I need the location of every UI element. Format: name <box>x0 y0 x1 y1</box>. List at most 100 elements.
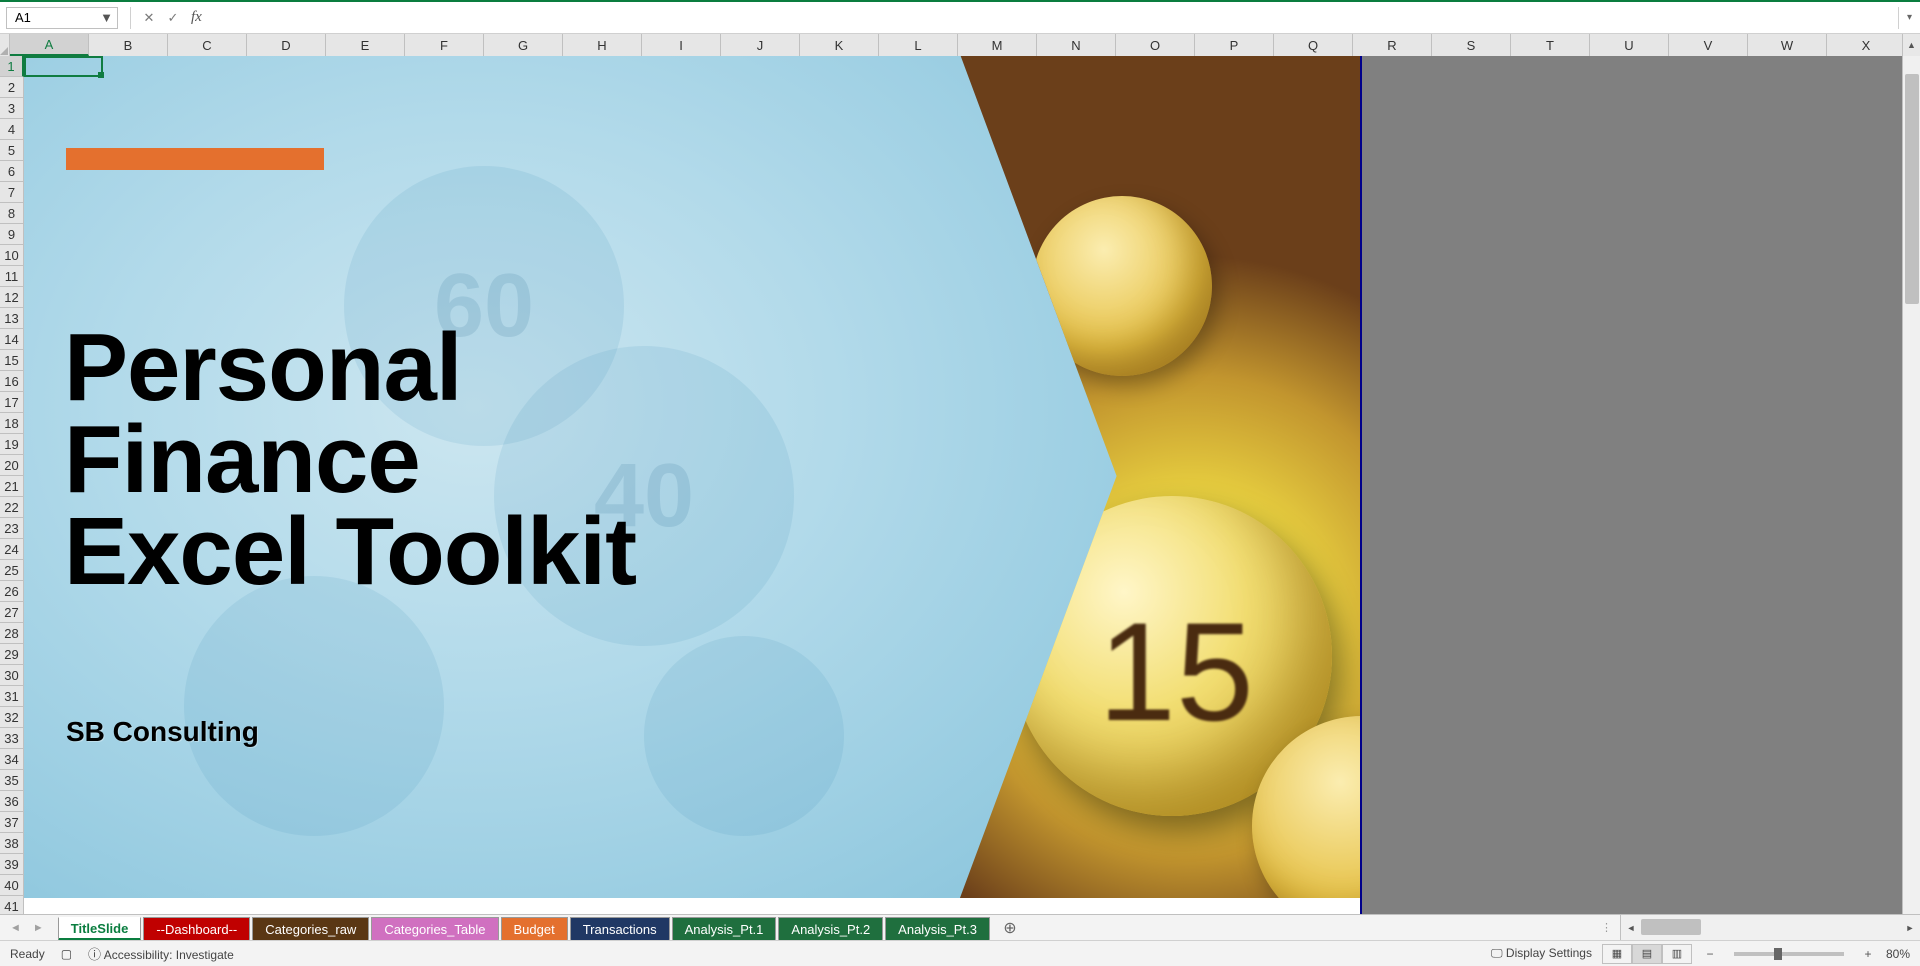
column-header-G[interactable]: G <box>484 34 563 56</box>
name-box[interactable]: A1 ▼ <box>6 7 118 29</box>
column-header-N[interactable]: N <box>1037 34 1116 56</box>
select-all-button[interactable] <box>0 34 10 56</box>
formula-input[interactable] <box>208 7 1898 29</box>
fx-icon[interactable]: fx <box>191 9 202 26</box>
row-header-3[interactable]: 3 <box>0 98 23 119</box>
column-header-F[interactable]: F <box>405 34 484 56</box>
scroll-up-button[interactable]: ▲ <box>1902 34 1920 56</box>
horizontal-scrollbar-thumb[interactable] <box>1641 919 1701 935</box>
row-header-21[interactable]: 21 <box>0 476 23 497</box>
row-header-38[interactable]: 38 <box>0 833 23 854</box>
column-header-M[interactable]: M <box>958 34 1037 56</box>
zoom-level[interactable]: 80% <box>1886 947 1910 961</box>
row-header-32[interactable]: 32 <box>0 707 23 728</box>
column-header-T[interactable]: T <box>1511 34 1590 56</box>
page-break-view-button[interactable]: ▥ <box>1662 944 1692 964</box>
column-header-B[interactable]: B <box>89 34 168 56</box>
column-header-V[interactable]: V <box>1669 34 1748 56</box>
cancel-formula-button[interactable]: ✕ <box>137 7 161 29</box>
row-header-27[interactable]: 27 <box>0 602 23 623</box>
column-header-U[interactable]: U <box>1590 34 1669 56</box>
sheet-tab[interactable]: Transactions <box>570 917 670 941</box>
row-header-14[interactable]: 14 <box>0 329 23 350</box>
row-header-4[interactable]: 4 <box>0 119 23 140</box>
column-header-E[interactable]: E <box>326 34 405 56</box>
row-header-5[interactable]: 5 <box>0 140 23 161</box>
column-header-R[interactable]: R <box>1353 34 1432 56</box>
column-header-C[interactable]: C <box>168 34 247 56</box>
zoom-slider-thumb[interactable] <box>1774 948 1782 960</box>
row-header-40[interactable]: 40 <box>0 875 23 896</box>
sheet-tab[interactable]: Analysis_Pt.1 <box>672 917 777 941</box>
row-header-16[interactable]: 16 <box>0 371 23 392</box>
sheet-tab[interactable]: Analysis_Pt.3 <box>885 917 990 941</box>
row-header-12[interactable]: 12 <box>0 287 23 308</box>
row-header-33[interactable]: 33 <box>0 728 23 749</box>
row-header-35[interactable]: 35 <box>0 770 23 791</box>
horizontal-scrollbar[interactable]: ◄ ► <box>1620 915 1920 940</box>
column-header-A[interactable]: A <box>10 34 89 56</box>
cells-viewport[interactable]: 60 40 15 Personal Finance Excel Toolkit <box>24 56 1920 936</box>
row-header-1[interactable]: 1 <box>0 56 24 77</box>
column-header-X[interactable]: X <box>1827 34 1906 56</box>
column-header-D[interactable]: D <box>247 34 326 56</box>
column-header-S[interactable]: S <box>1432 34 1511 56</box>
column-header-O[interactable]: O <box>1116 34 1195 56</box>
tabs-resize-handle[interactable]: ⋮ <box>1593 915 1620 940</box>
sheet-tab[interactable]: Categories_raw <box>252 917 369 941</box>
row-header-26[interactable]: 26 <box>0 581 23 602</box>
sheet-tab[interactable]: Analysis_Pt.2 <box>778 917 883 941</box>
row-header-17[interactable]: 17 <box>0 392 23 413</box>
scroll-right-button[interactable]: ► <box>1900 915 1920 940</box>
row-header-34[interactable]: 34 <box>0 749 23 770</box>
vertical-scrollbar[interactable]: ▼ <box>1902 56 1920 936</box>
row-header-20[interactable]: 20 <box>0 455 23 476</box>
expand-formula-bar-button[interactable]: ▾ <box>1898 7 1920 29</box>
sheet-tab[interactable]: Budget <box>501 917 568 941</box>
row-header-10[interactable]: 10 <box>0 245 23 266</box>
row-header-28[interactable]: 28 <box>0 623 23 644</box>
normal-view-button[interactable]: ▦ <box>1602 944 1632 964</box>
add-sheet-button[interactable]: ⊕ <box>996 915 1024 940</box>
row-header-7[interactable]: 7 <box>0 182 23 203</box>
row-header-23[interactable]: 23 <box>0 518 23 539</box>
accessibility-status[interactable]: ⓘ Accessibility: Investigate <box>88 944 234 963</box>
row-header-11[interactable]: 11 <box>0 266 23 287</box>
column-header-J[interactable]: J <box>721 34 800 56</box>
vertical-scrollbar-thumb[interactable] <box>1905 74 1919 304</box>
macro-record-icon[interactable]: ▢ <box>61 947 72 961</box>
confirm-formula-button[interactable]: ✓ <box>161 7 185 29</box>
page-layout-view-button[interactable]: ▤ <box>1632 944 1662 964</box>
column-header-K[interactable]: K <box>800 34 879 56</box>
row-header-9[interactable]: 9 <box>0 224 23 245</box>
sheet-tab[interactable]: --Dashboard-- <box>143 917 250 941</box>
sheet-tab[interactable]: TitleSlide <box>58 917 142 941</box>
zoom-slider[interactable] <box>1734 952 1844 956</box>
tabs-prev-button[interactable]: ◄ <box>10 922 21 934</box>
row-header-25[interactable]: 25 <box>0 560 23 581</box>
zoom-in-button[interactable]: + <box>1860 947 1876 961</box>
row-header-8[interactable]: 8 <box>0 203 23 224</box>
column-header-I[interactable]: I <box>642 34 721 56</box>
column-header-P[interactable]: P <box>1195 34 1274 56</box>
row-header-2[interactable]: 2 <box>0 77 23 98</box>
column-header-W[interactable]: W <box>1748 34 1827 56</box>
scroll-left-button[interactable]: ◄ <box>1621 915 1641 940</box>
row-header-6[interactable]: 6 <box>0 161 23 182</box>
name-box-dropdown-icon[interactable]: ▼ <box>100 10 113 25</box>
zoom-out-button[interactable]: − <box>1702 947 1718 961</box>
row-header-19[interactable]: 19 <box>0 434 23 455</box>
column-header-L[interactable]: L <box>879 34 958 56</box>
row-header-29[interactable]: 29 <box>0 644 23 665</box>
horizontal-scrollbar-track[interactable] <box>1641 915 1900 940</box>
display-settings-button[interactable]: 🖵 Display Settings <box>1491 946 1592 961</box>
row-header-24[interactable]: 24 <box>0 539 23 560</box>
row-header-37[interactable]: 37 <box>0 812 23 833</box>
row-header-15[interactable]: 15 <box>0 350 23 371</box>
row-header-18[interactable]: 18 <box>0 413 23 434</box>
row-header-31[interactable]: 31 <box>0 686 23 707</box>
row-header-22[interactable]: 22 <box>0 497 23 518</box>
row-header-13[interactable]: 13 <box>0 308 23 329</box>
row-header-39[interactable]: 39 <box>0 854 23 875</box>
row-header-30[interactable]: 30 <box>0 665 23 686</box>
